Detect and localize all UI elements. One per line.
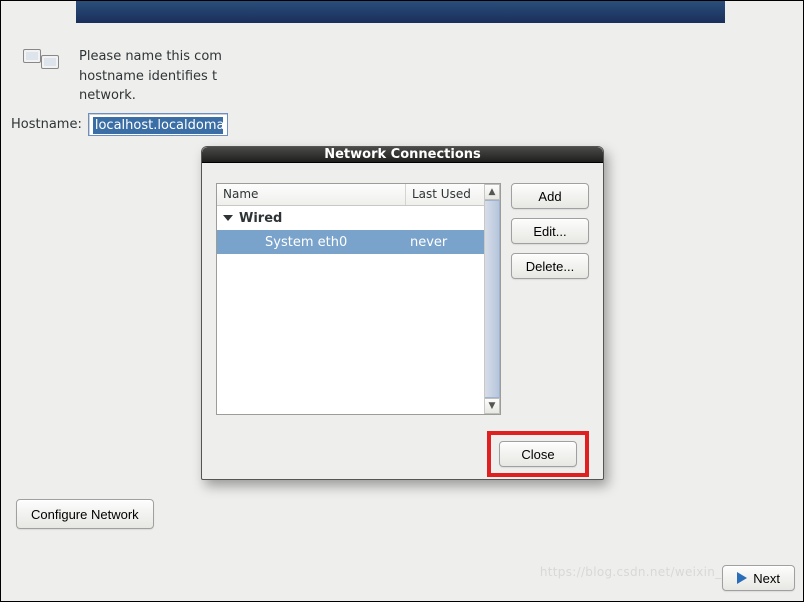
network-computers-icon	[23, 47, 63, 87]
footer-nav: Next	[722, 565, 795, 591]
hostname-input[interactable]: localhost.localdoma	[88, 113, 228, 136]
description-text: Please name this com hostname identifies…	[79, 47, 222, 106]
add-button[interactable]: Add	[511, 183, 589, 209]
connection-last-used: never	[406, 235, 484, 250]
network-connections-dialog: Network Connections Name Last Used Wired…	[201, 146, 604, 480]
close-button[interactable]: Close	[499, 441, 577, 467]
next-button-label: Next	[753, 571, 780, 586]
next-button[interactable]: Next	[722, 565, 795, 591]
group-label: Wired	[239, 211, 282, 226]
connection-name: System eth0	[217, 235, 406, 250]
description-row: Please name this com hostname identifies…	[23, 47, 222, 106]
dialog-titlebar[interactable]: Network Connections	[202, 147, 603, 163]
dialog-side-buttons: Add Edit... Delete...	[511, 183, 589, 415]
configure-network-button[interactable]: Configure Network	[16, 499, 154, 529]
scrollbar[interactable]: ▲ ▼	[484, 184, 500, 414]
scroll-up-icon[interactable]: ▲	[485, 184, 500, 200]
scroll-thumb[interactable]	[485, 200, 500, 398]
column-header-last-used[interactable]: Last Used	[406, 184, 484, 205]
connection-row-system-eth0[interactable]: System eth0 never	[217, 230, 484, 254]
description-line: network.	[79, 86, 222, 106]
hostname-value: localhost.localdoma	[93, 117, 223, 134]
edit-button[interactable]: Edit...	[511, 218, 589, 244]
close-button-highlight: Close	[487, 431, 589, 477]
dialog-title: Network Connections	[324, 147, 481, 162]
description-line: Please name this com	[79, 47, 222, 67]
arrow-right-icon	[737, 572, 747, 584]
hostname-label: Hostname:	[11, 117, 82, 132]
header-banner	[76, 1, 725, 23]
delete-button[interactable]: Delete...	[511, 253, 589, 279]
column-headers: Name Last Used	[217, 184, 484, 206]
connections-list: Name Last Used Wired System eth0 never ▲	[216, 183, 501, 415]
description-line: hostname identifies t	[79, 67, 222, 87]
expander-icon[interactable]	[223, 215, 233, 221]
group-row-wired[interactable]: Wired	[217, 206, 484, 230]
hostname-row: Hostname: localhost.localdoma	[11, 113, 228, 136]
column-header-name[interactable]: Name	[217, 184, 406, 205]
scroll-down-icon[interactable]: ▼	[485, 398, 500, 414]
